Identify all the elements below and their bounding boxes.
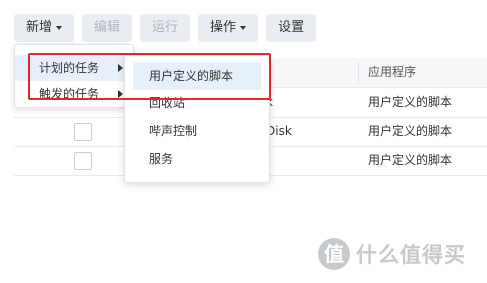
column-divider[interactable] xyxy=(358,62,359,83)
action-button-label: 操作 xyxy=(210,20,237,35)
edit-button-label: 编辑 xyxy=(94,20,121,35)
chevron-down-icon xyxy=(56,26,63,30)
app-cell: 用户定义的脚本 xyxy=(368,95,453,109)
submenu-item-label: 服务 xyxy=(149,152,174,166)
highlight-annotation xyxy=(28,53,271,100)
app-cell: 用户定义的脚本 xyxy=(368,124,453,138)
submenu-item-label: 哔声控制 xyxy=(149,124,198,138)
action-button[interactable]: 操作 xyxy=(198,14,259,42)
watermark-text: 什么值得买 xyxy=(356,243,466,267)
run-button[interactable]: 运行 xyxy=(140,14,191,42)
watermark: 值 什么值得买 xyxy=(318,234,466,274)
row-checkbox[interactable] xyxy=(74,152,92,170)
add-button[interactable]: 新增 xyxy=(14,14,75,42)
toolbar: 新增 编辑 运行 操作 设置 xyxy=(14,14,317,42)
edit-button[interactable]: 编辑 xyxy=(82,14,133,42)
submenu-item-beep-control[interactable]: 哔声控制 xyxy=(125,117,269,145)
row-checkbox[interactable] xyxy=(74,123,92,141)
settings-button[interactable]: 设置 xyxy=(266,14,317,42)
settings-button-label: 设置 xyxy=(278,20,305,35)
add-button-label: 新增 xyxy=(26,20,53,35)
watermark-logo-icon: 值 xyxy=(318,238,350,270)
chevron-down-icon xyxy=(240,26,247,30)
run-button-label: 运行 xyxy=(152,20,179,35)
submenu-item-service[interactable]: 服务 xyxy=(125,145,269,173)
app-cell: 用户定义的脚本 xyxy=(368,153,453,167)
app-column-header[interactable]: 应用程序 xyxy=(368,58,416,87)
